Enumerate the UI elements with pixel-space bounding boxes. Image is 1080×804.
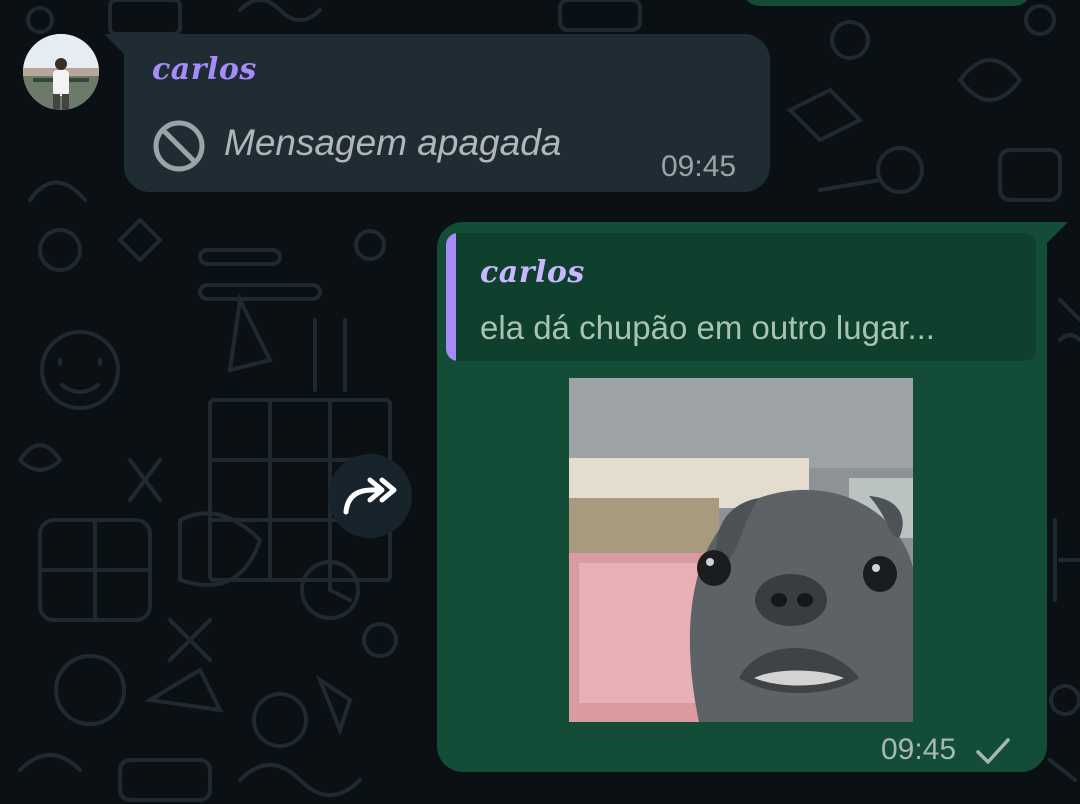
blocked-icon bbox=[153, 120, 205, 172]
outgoing-bubble-tail bbox=[1046, 222, 1068, 244]
quoted-message-text: ela dá chupão em outro lugar... bbox=[480, 309, 935, 346]
gif-sticker-puppy[interactable] bbox=[569, 378, 913, 722]
incoming-sender-name[interactable]: carlos bbox=[152, 52, 257, 87]
previous-outgoing-bubble[interactable] bbox=[742, 0, 1032, 6]
incoming-bubble-tail bbox=[104, 34, 126, 56]
quote-accent-bar bbox=[446, 233, 456, 361]
deleted-message-text: Mensagem apagada bbox=[224, 122, 562, 163]
forward-button[interactable] bbox=[328, 454, 412, 538]
incoming-message-time: 09:45 bbox=[661, 150, 737, 183]
forward-icon bbox=[343, 477, 397, 515]
avatar[interactable] bbox=[23, 34, 99, 110]
outgoing-message-time: 09:45 bbox=[881, 733, 957, 766]
single-check-icon bbox=[976, 738, 1010, 764]
chat-screen: carlos Mensagem apagada 09:45 carlos ela… bbox=[0, 0, 1080, 804]
quoted-sender-name: carlos bbox=[480, 255, 585, 290]
quoted-message[interactable]: carlos ela dá chupão em outro lugar... bbox=[446, 233, 1036, 361]
